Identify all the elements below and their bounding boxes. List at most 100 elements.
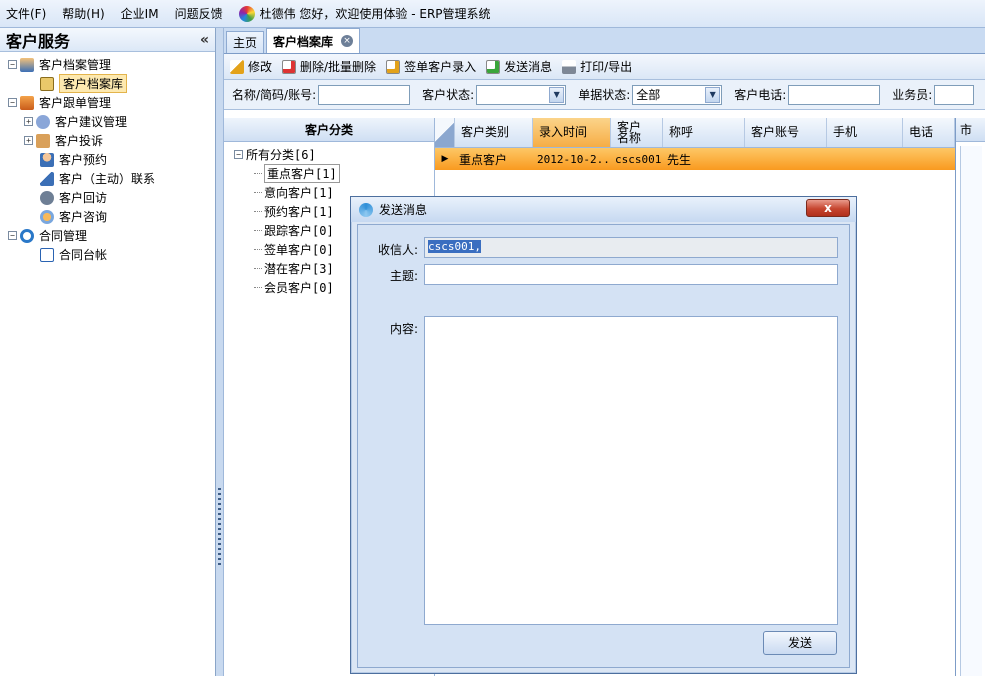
content-field[interactable]: [424, 316, 838, 625]
app-logo-icon: [359, 202, 373, 217]
close-dialog-button[interactable]: x: [806, 199, 850, 217]
tree-node-customer-archive[interactable]: 客户档案库: [0, 74, 215, 93]
menu-enterprise-im[interactable]: 企业IM: [121, 5, 159, 22]
customer-phone-input[interactable]: [788, 84, 881, 105]
edit-icon: [230, 59, 244, 74]
tree-label: 合同管理: [39, 229, 88, 243]
expand-icon[interactable]: +: [24, 136, 33, 145]
category-label: 潜在客户[3]: [264, 262, 334, 276]
table-cell[interactable]: 先生: [663, 148, 745, 170]
tree-label: 客户档案管理: [39, 58, 112, 72]
menu-help[interactable]: 帮助(H): [62, 5, 104, 22]
delete-button[interactable]: 删除/批量删除: [282, 58, 376, 75]
tree-node-customer-consult[interactable]: 客户咨询: [0, 207, 215, 226]
menu-feedback[interactable]: 问题反馈: [175, 5, 223, 22]
send-message-button[interactable]: 发送消息: [486, 58, 552, 75]
database-icon: [40, 76, 54, 91]
table-cell[interactable]: 2012-10-2...: [533, 148, 611, 170]
collapse-panel-icon[interactable]: «: [200, 32, 209, 48]
recipient-field[interactable]: cscs001,: [424, 237, 838, 258]
table-cell[interactable]: [745, 148, 827, 170]
column-header-sorted[interactable]: 录入时间: [533, 118, 611, 147]
dialog-titlebar[interactable]: 发送消息 x: [351, 197, 856, 222]
collapse-icon[interactable]: −: [8, 231, 17, 240]
recipient-value: cscs001,: [428, 240, 481, 253]
column-header[interactable]: 客户名称: [611, 118, 663, 147]
delete-label: 删除/批量删除: [300, 60, 377, 74]
table-cell[interactable]: [827, 148, 903, 170]
tree-label-selected: 客户档案库: [59, 74, 128, 93]
name-filter-input[interactable]: [318, 84, 411, 105]
table-cell[interactable]: cscs001: [611, 148, 663, 170]
tree-node-customer-archive-mgmt[interactable]: − 客户档案管理: [0, 55, 215, 74]
column-header[interactable]: 客户账号: [745, 118, 827, 147]
tab-customer-archive[interactable]: 客户档案库 ×: [266, 28, 361, 53]
tree-node-contract-mgmt[interactable]: − 合同管理: [0, 226, 215, 245]
shield-icon: [36, 114, 50, 129]
tree-node-customer-suggestion[interactable]: + 客户建议管理: [0, 112, 215, 131]
category-panel-title: 客户分类: [224, 118, 434, 142]
edit-label: 修改: [248, 60, 273, 74]
folder-icon: [20, 95, 34, 110]
salesman-input[interactable]: [934, 84, 975, 105]
collapse-icon[interactable]: −: [8, 60, 17, 69]
left-panel-title: 客户服务: [6, 31, 71, 51]
doc-status-select[interactable]: 全部 ▼: [632, 84, 723, 105]
tree-label: 客户回访: [59, 191, 108, 205]
name-filter-label: 名称/简码/账号:: [232, 88, 317, 102]
customer-status-select[interactable]: ▼: [476, 84, 567, 105]
chevron-down-icon[interactable]: ▼: [549, 86, 565, 103]
welcome-text: 杜德伟 您好，欢迎使用体验 - ERP管理系统: [259, 7, 491, 21]
sign-customer-entry-button[interactable]: 签单客户录入: [386, 58, 476, 75]
filter-bar: 名称/简码/账号: 客户状态: ▼ 单据状态: 全部 ▼ 客户电话: 业务员:: [224, 80, 985, 110]
send-doc-icon: [486, 59, 501, 74]
expand-icon[interactable]: +: [24, 117, 33, 126]
tab-label: 主页: [233, 36, 258, 50]
category-label: 意向客户[1]: [264, 186, 334, 200]
column-header[interactable]: 手机: [827, 118, 903, 147]
close-tab-icon[interactable]: ×: [341, 35, 354, 47]
table-row[interactable]: ▶ 重点客户 2012-10-2... cscs001 先生: [435, 148, 955, 170]
send-button[interactable]: 发送: [763, 631, 837, 655]
sign-doc-icon: [386, 59, 401, 74]
print-export-button[interactable]: 打印/导出: [562, 58, 632, 75]
person-icon: [20, 57, 34, 72]
table-cell[interactable]: [903, 148, 955, 170]
menu-file[interactable]: 文件(F): [6, 5, 46, 22]
contract-icon: [20, 228, 34, 243]
tree-node-customer-complaint[interactable]: + 客户投诉: [0, 131, 215, 150]
tab-home[interactable]: 主页: [226, 31, 265, 53]
sign-label: 签单客户录入: [404, 60, 477, 74]
column-header[interactable]: 电话: [903, 118, 955, 147]
splitter-grip-icon[interactable]: [218, 488, 221, 568]
customer-phone-label: 客户电话:: [734, 88, 787, 102]
column-header[interactable]: 客户类别: [455, 118, 533, 147]
tree-node-customer-followup[interactable]: − 客户跟单管理: [0, 93, 215, 112]
tree-node-customer-contact[interactable]: 客户（主动）联系: [0, 169, 215, 188]
tab-label: 客户档案库: [273, 34, 334, 49]
edit-button[interactable]: 修改: [230, 58, 272, 75]
chevron-down-icon[interactable]: ▼: [705, 86, 721, 103]
tree-label: 客户投诉: [55, 134, 104, 148]
printer-icon: [562, 59, 577, 74]
doc-status-value: 全部: [636, 88, 661, 102]
table-cell[interactable]: 重点客户: [455, 148, 533, 170]
box-icon: [36, 133, 50, 148]
column-header[interactable]: 称呼: [663, 118, 745, 147]
panel-splitter[interactable]: [216, 28, 224, 676]
tree-node-customer-revisit[interactable]: 客户回访: [0, 188, 215, 207]
category-item[interactable]: 重点客户[1]: [234, 164, 434, 183]
subject-field[interactable]: [424, 264, 838, 285]
color-ball-icon: [238, 5, 255, 22]
tree-node-contract-ledger[interactable]: 合同台帐: [0, 245, 215, 264]
collapse-icon[interactable]: −: [234, 150, 243, 159]
category-root[interactable]: − 所有分类[6]: [234, 145, 434, 164]
collapse-icon[interactable]: −: [8, 98, 17, 107]
dialog-title: 发送消息: [379, 203, 428, 217]
recipient-label: 收信人:: [377, 243, 418, 257]
grid-corner[interactable]: [435, 118, 455, 147]
tree-label: 客户咨询: [59, 210, 108, 224]
tree-node-customer-appointment[interactable]: 客户预约: [0, 150, 215, 169]
tree-label: 合同台帐: [59, 248, 108, 262]
market-pane-body: [960, 146, 982, 676]
